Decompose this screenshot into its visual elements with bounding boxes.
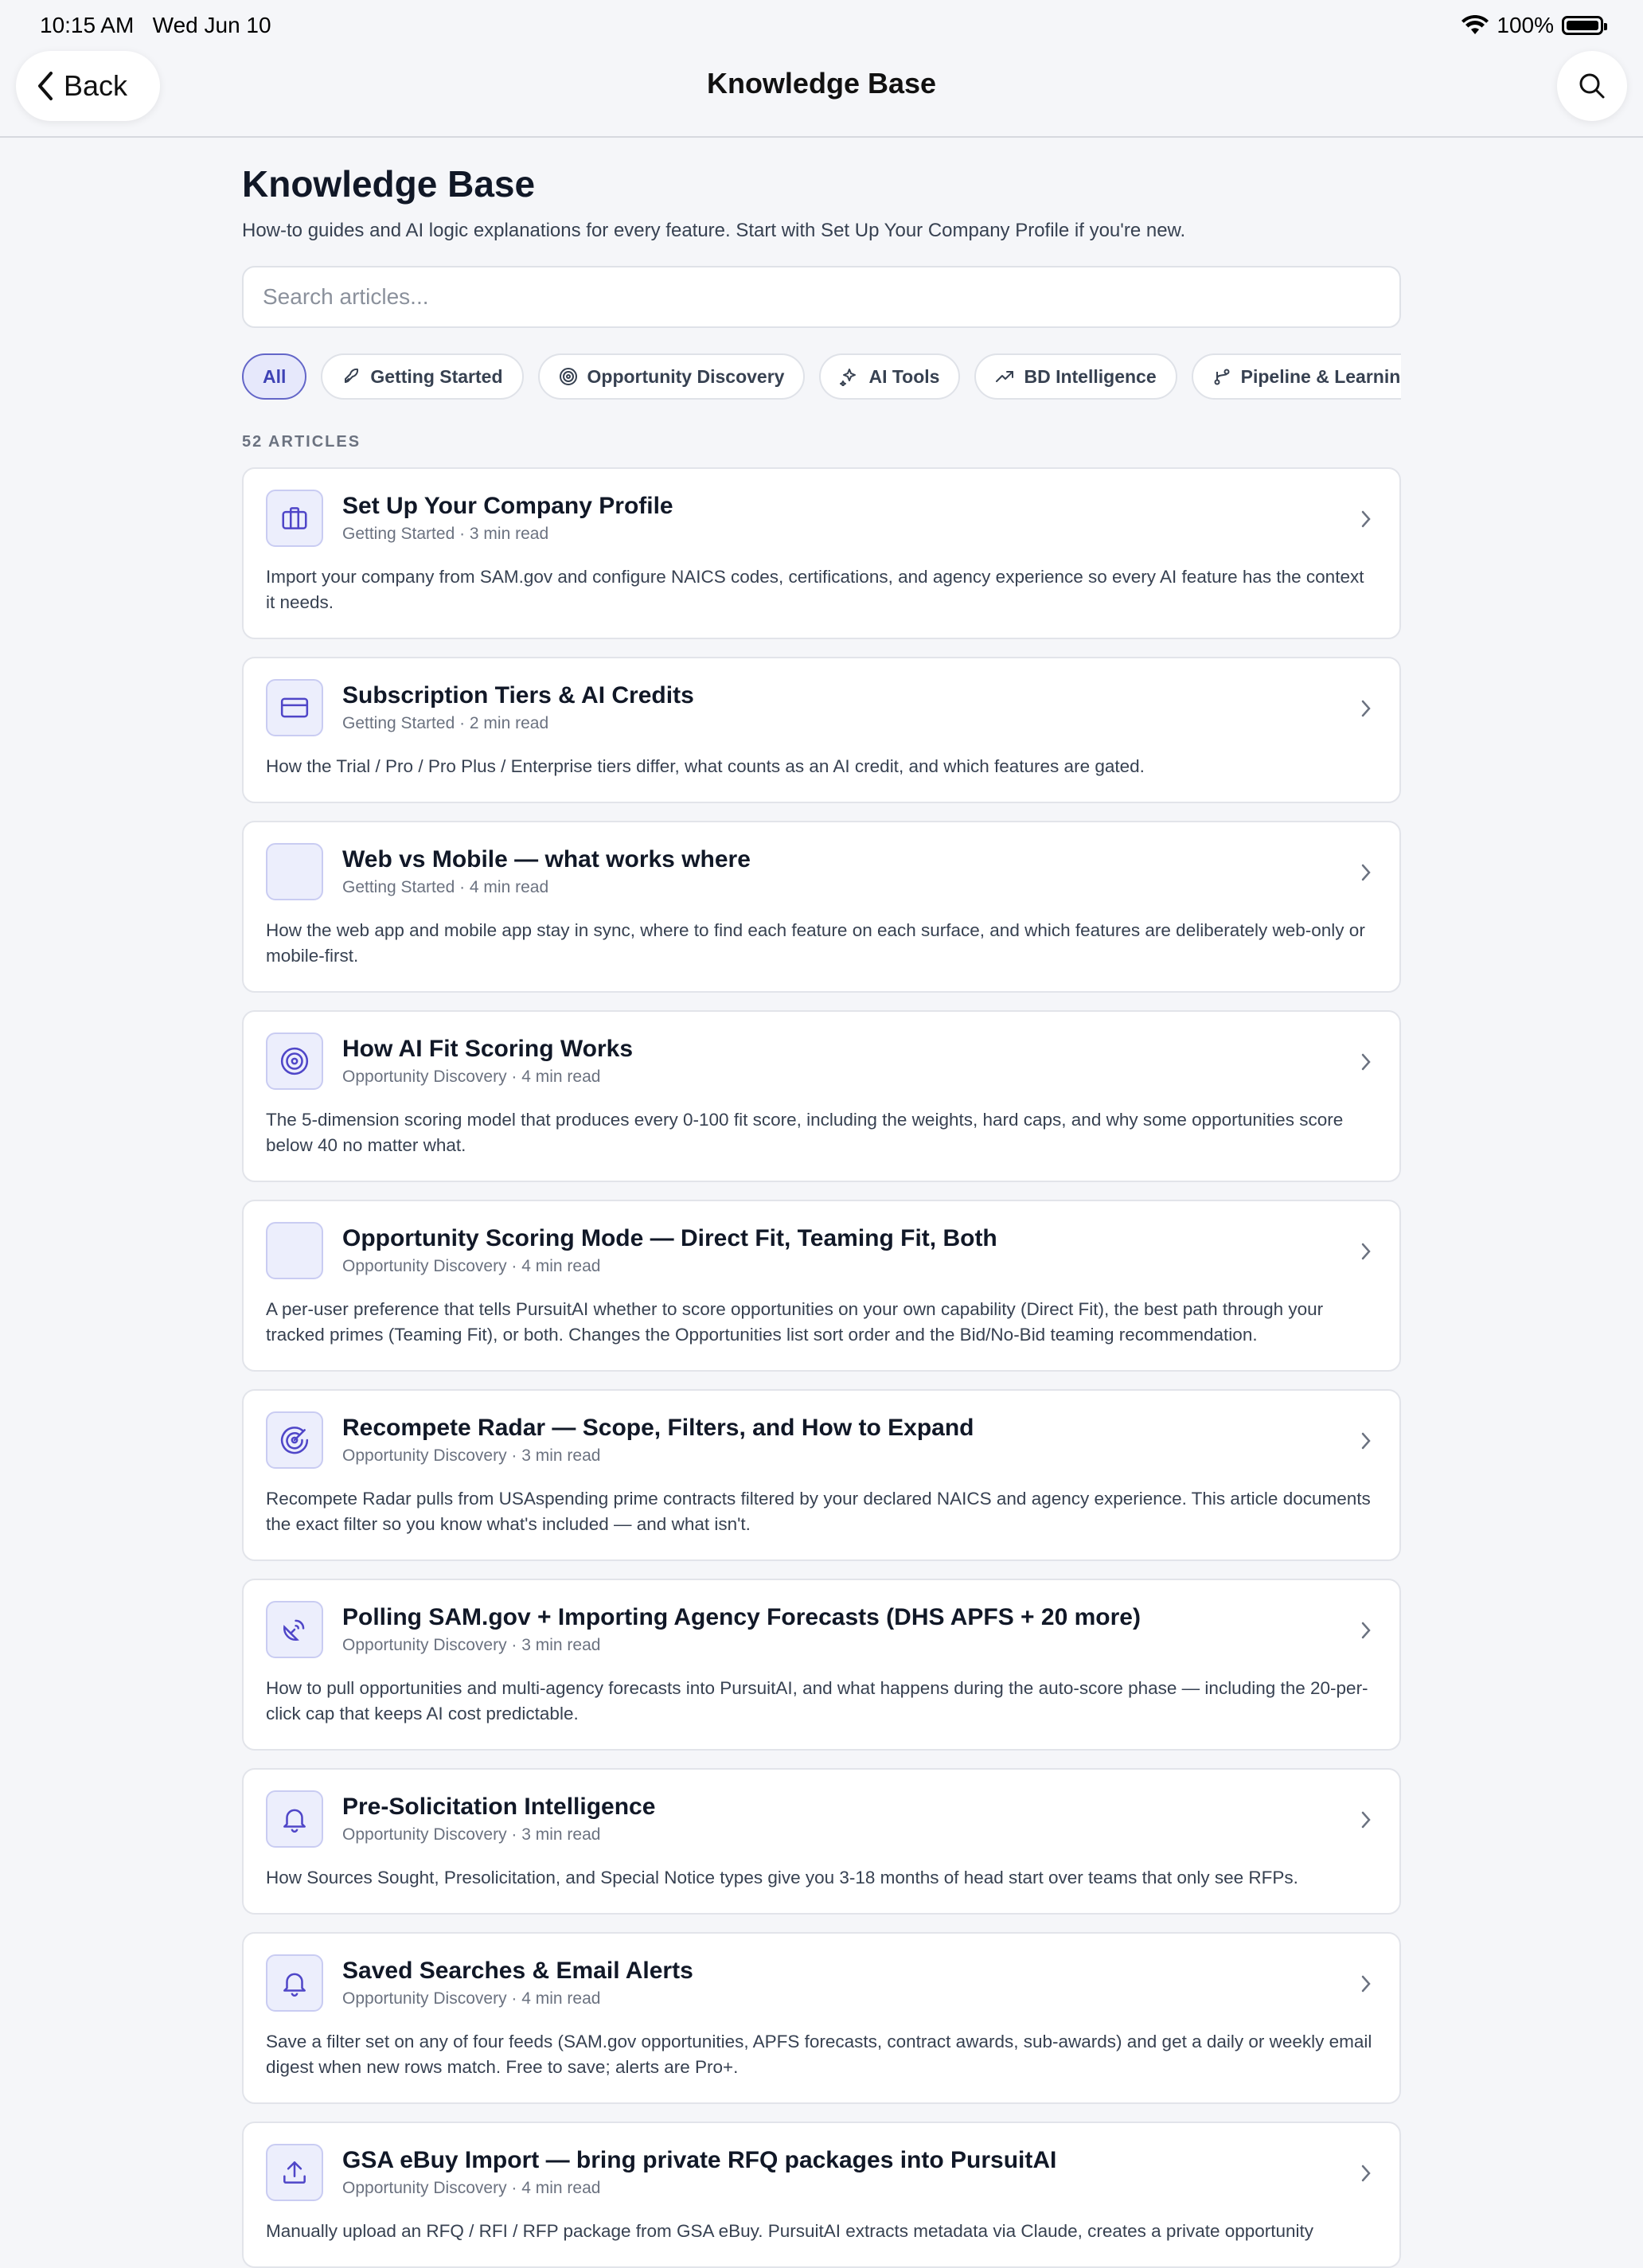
article-description: How the Trial / Pro / Pro Plus / Enterpr… bbox=[266, 756, 1145, 776]
target-icon bbox=[559, 368, 577, 385]
chevron-right-icon bbox=[1361, 1975, 1371, 1993]
article-meta: Opportunity Discovery · 4 min read bbox=[342, 2179, 601, 2197]
chevron-right-icon bbox=[1361, 2165, 1371, 2182]
trending-up-icon bbox=[996, 371, 1014, 382]
date: Wed Jun 10 bbox=[152, 13, 271, 37]
status-bar: 10:15 AM Wed Jun 10 100% bbox=[0, 0, 1643, 48]
article-meta: Opportunity Discovery · 4 min read bbox=[342, 1257, 601, 1275]
main-content: Knowledge Base How-to guides and AI logi… bbox=[242, 139, 1401, 2268]
wifi-icon bbox=[1462, 15, 1489, 34]
article-title: Saved Searches & Email Alerts bbox=[342, 1958, 693, 1984]
upload-icon bbox=[266, 2144, 323, 2201]
article-count: 52 ARTICLES bbox=[242, 433, 361, 451]
target-icon bbox=[266, 1033, 323, 1090]
article-description: Save a filter set on any of four feeds (… bbox=[266, 2032, 1372, 2077]
article-title: Polling SAM.gov + Importing Agency Forec… bbox=[342, 1604, 1141, 1630]
radar-icon bbox=[266, 1411, 323, 1469]
chevron-right-icon bbox=[1361, 700, 1371, 717]
chip-label: Opportunity Discovery bbox=[587, 365, 785, 387]
article-title: How AI Fit Scoring Works bbox=[342, 1036, 634, 1062]
chevron-right-icon bbox=[1361, 864, 1371, 881]
article-description: How the web app and mobile app stay in s… bbox=[266, 920, 1365, 966]
chevron-right-icon bbox=[1361, 1432, 1371, 1450]
article-meta: Getting Started · 3 min read bbox=[342, 525, 549, 543]
briefcase-icon bbox=[266, 490, 323, 547]
article-description: A per-user preference that tells Pursuit… bbox=[266, 1299, 1324, 1345]
article-meta: Getting Started · 2 min read bbox=[342, 714, 549, 732]
article-list: Set Up Your Company Profile Getting Star… bbox=[242, 467, 1401, 2268]
filter-chip-ai-tools[interactable]: AI Tools bbox=[819, 353, 961, 400]
git-branch-icon bbox=[1214, 369, 1230, 385]
article-description: Manually upload an RFQ / RFI / RFP packa… bbox=[266, 2221, 1314, 2241]
filter-chip-all[interactable]: All bbox=[242, 353, 307, 400]
chip-label: All bbox=[263, 365, 287, 387]
article-card[interactable]: How AI Fit Scoring Works Opportunity Dis… bbox=[242, 1010, 1401, 1182]
article-meta: Opportunity Discovery · 3 min read bbox=[342, 1825, 601, 1844]
nav-title: Knowledge Base bbox=[706, 67, 937, 100]
filter-chip-bd-intelligence[interactable]: BD Intelligence bbox=[974, 353, 1177, 400]
status-time: 10:15 AM Wed Jun 10 bbox=[40, 13, 271, 38]
article-meta: Opportunity Discovery · 3 min read bbox=[342, 1446, 601, 1465]
chevron-right-icon bbox=[1361, 510, 1371, 528]
article-title: Set Up Your Company Profile bbox=[342, 493, 673, 519]
article-description: The 5-dimension scoring model that produ… bbox=[266, 1110, 1344, 1155]
filter-chip-pipeline-learning[interactable]: Pipeline & Learning bbox=[1191, 353, 1401, 400]
article-meta: Opportunity Discovery · 3 min read bbox=[342, 1636, 601, 1654]
chevron-right-icon bbox=[1361, 1053, 1371, 1071]
chip-label: BD Intelligence bbox=[1024, 365, 1157, 387]
article-card[interactable]: GSA eBuy Import — bring private RFQ pack… bbox=[242, 2122, 1401, 2268]
chip-label: Getting Started bbox=[370, 365, 503, 387]
article-card[interactable]: Opportunity Scoring Mode — Direct Fit, T… bbox=[242, 1200, 1401, 1372]
article-card[interactable]: Set Up Your Company Profile Getting Star… bbox=[242, 467, 1401, 639]
article-card[interactable]: Recompete Radar — Scope, Filters, and Ho… bbox=[242, 1389, 1401, 1561]
article-description: How to pull opportunities and multi-agen… bbox=[266, 1678, 1368, 1723]
bell-icon bbox=[266, 1954, 323, 2012]
article-description: How Sources Sought, Presolicitation, and… bbox=[266, 1868, 1298, 1887]
page-title: Knowledge Base bbox=[242, 163, 536, 205]
chevron-right-icon bbox=[1361, 1243, 1371, 1260]
article-title: Opportunity Scoring Mode — Direct Fit, T… bbox=[342, 1225, 997, 1251]
article-meta: Opportunity Discovery · 4 min read bbox=[342, 1989, 601, 2008]
article-description: Recompete Radar pulls from USAspending p… bbox=[266, 1489, 1371, 1534]
filter-chip-opportunity-discovery[interactable]: Opportunity Discovery bbox=[537, 353, 806, 400]
sparkles-icon bbox=[840, 369, 857, 386]
navigation-bar: Back Knowledge Base bbox=[0, 48, 1643, 138]
chevron-right-icon bbox=[1361, 1811, 1371, 1829]
status-indicators: 100% bbox=[1462, 13, 1607, 38]
credit-card-icon bbox=[266, 679, 323, 736]
category-filters: All Getting Started Opportunity Discover… bbox=[242, 353, 1401, 401]
clock: 10:15 AM bbox=[40, 13, 135, 37]
filter-chip-getting-started[interactable]: Getting Started bbox=[321, 353, 524, 400]
chip-label: AI Tools bbox=[868, 365, 940, 387]
page-subtitle: How-to guides and AI logic explanations … bbox=[242, 220, 1186, 241]
battery-icon bbox=[1562, 16, 1607, 35]
article-card[interactable]: Web vs Mobile — what works where Getting… bbox=[242, 821, 1401, 993]
article-card[interactable]: Subscription Tiers & AI Credits Getting … bbox=[242, 657, 1401, 803]
article-title: GSA eBuy Import — bring private RFQ pack… bbox=[342, 2147, 1057, 2173]
article-title: Web vs Mobile — what works where bbox=[342, 846, 751, 872]
article-meta: Getting Started · 4 min read bbox=[342, 878, 549, 896]
chevron-right-icon bbox=[1361, 1622, 1371, 1639]
article-title: Subscription Tiers & AI Credits bbox=[342, 682, 694, 709]
article-meta: Opportunity Discovery · 4 min read bbox=[342, 1068, 601, 1086]
article-card[interactable]: Saved Searches & Email Alerts Opportunit… bbox=[242, 1932, 1401, 2104]
chip-label: Pipeline & Learning bbox=[1240, 365, 1401, 387]
article-description: Import your company from SAM.gov and con… bbox=[266, 567, 1364, 612]
blank-icon bbox=[266, 1222, 323, 1279]
article-card[interactable]: Pre-Solicitation Intelligence Opportunit… bbox=[242, 1768, 1401, 1915]
search-icon bbox=[1579, 73, 1605, 99]
bell-icon bbox=[266, 1790, 323, 1848]
article-card[interactable]: Polling SAM.gov + Importing Agency Forec… bbox=[242, 1579, 1401, 1751]
search-button[interactable] bbox=[1557, 51, 1627, 121]
blank-icon bbox=[266, 843, 323, 900]
battery-percent: 100% bbox=[1497, 13, 1554, 37]
rocket-icon bbox=[345, 368, 359, 383]
article-title: Pre-Solicitation Intelligence bbox=[342, 1794, 656, 1820]
article-title: Recompete Radar — Scope, Filters, and Ho… bbox=[342, 1415, 974, 1441]
satellite-dish-icon bbox=[266, 1601, 323, 1658]
search-input[interactable] bbox=[242, 266, 1401, 328]
